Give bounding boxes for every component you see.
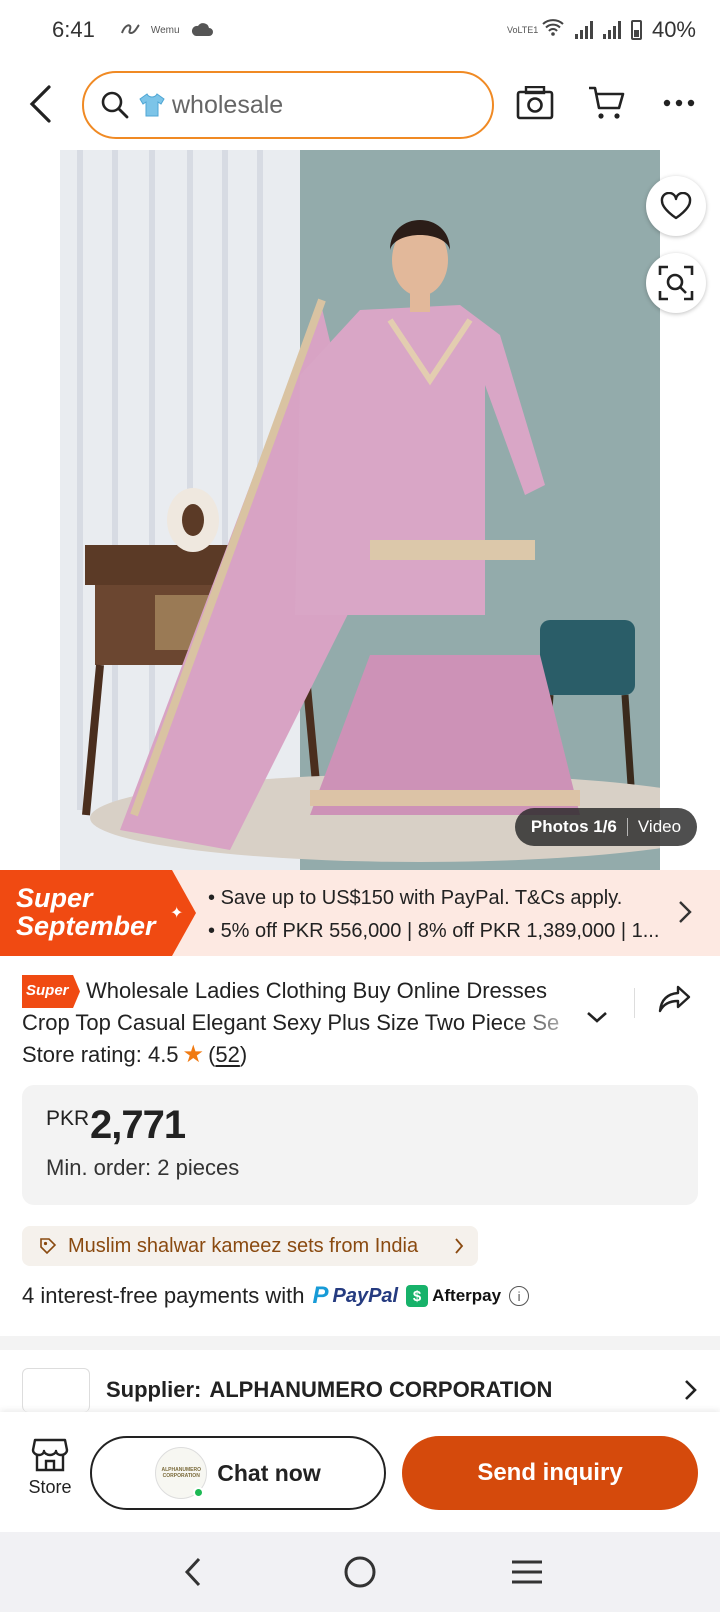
store-button[interactable]: Store: [22, 1438, 78, 1498]
more-button[interactable]: [658, 82, 700, 124]
chat-label: Chat now: [217, 1459, 321, 1486]
product-image[interactable]: [60, 150, 660, 870]
wifi-icon: [541, 17, 565, 43]
tshirt-icon: [139, 93, 165, 117]
payments-text: 4 interest-free payments with: [22, 1283, 305, 1308]
search-value: wholesale: [172, 90, 284, 119]
video-tab[interactable]: Video: [638, 817, 681, 837]
title-line-1: Wholesale Ladies Clothing Buy Online Dre…: [86, 978, 548, 1003]
chevron-right-icon: [455, 1238, 464, 1254]
divider: [626, 818, 628, 836]
product-title[interactable]: Super Wholesale Ladies Clothing Buy Onlin…: [22, 975, 632, 1038]
price-amount: 2,771: [90, 1103, 186, 1147]
paypal-label: PayPal: [332, 1284, 399, 1307]
top-nav: wholesale: [0, 66, 720, 142]
category-chip[interactable]: Muslim shalwar kameez sets from India: [22, 1226, 478, 1266]
clock: 6:41: [52, 17, 95, 42]
online-indicator: [193, 1487, 205, 1498]
system-back-button[interactable]: [168, 1547, 218, 1597]
chevron-right-icon: [685, 1380, 697, 1400]
battery-icon: [630, 20, 642, 40]
system-nav-bar: [0, 1532, 720, 1612]
super-tag: Super: [22, 975, 80, 1008]
battery-level: 40%: [651, 17, 696, 42]
info-icon[interactable]: i: [509, 1286, 530, 1306]
price-currency: PKR: [46, 1107, 90, 1130]
super-september-badge: Super September ✦: [0, 870, 196, 956]
price-card: PKR 2,771 Min. order: 2 pieces: [22, 1085, 698, 1205]
paypal-icon: P: [312, 1282, 329, 1309]
badge-line-2: September: [16, 911, 156, 941]
signal-icon: [574, 21, 593, 39]
supplier-logo: [22, 1368, 90, 1412]
section-divider: [0, 1336, 720, 1350]
rating-count[interactable]: 52: [215, 1042, 239, 1067]
avatar-text: ALPHANUMERO CORPORATION: [161, 1467, 201, 1479]
afterpay-icon: $: [406, 1285, 429, 1307]
supplier-avatar: ALPHANUMERO CORPORATION: [155, 1447, 208, 1499]
link-icon: [119, 17, 141, 43]
lens-icon: [658, 265, 694, 301]
status-bar: 6:41 Wemu VoLTE1 40%: [0, 0, 720, 60]
promo-banner[interactable]: Super September ✦ • Save up to US$150 wi…: [0, 870, 720, 956]
send-inquiry-button[interactable]: Send inquiry: [402, 1436, 698, 1510]
system-recents-button[interactable]: [502, 1547, 552, 1597]
sparkle-icon: ✦: [170, 905, 184, 922]
tag-icon: [40, 1238, 57, 1255]
chat-now-button[interactable]: ALPHANUMERO CORPORATION Chat now: [90, 1436, 386, 1510]
promo-offer-2: 5% off PKR 556,000 | 8% off PKR 1,389,00…: [220, 920, 660, 942]
back-button[interactable]: [18, 82, 62, 126]
image-search-button[interactable]: [646, 253, 706, 313]
wemu-app-icon: Wemu: [150, 24, 180, 36]
chevron-left-icon: [29, 85, 51, 123]
chevron-down-icon[interactable]: [585, 1010, 609, 1024]
afterpay-logo: $ Afterpay: [406, 1285, 501, 1307]
photos-counter[interactable]: Photos 1/6: [531, 817, 617, 837]
camera-button[interactable]: [514, 82, 556, 124]
supplier-row[interactable]: Supplier: ALPHANUMERO CORPORATION: [22, 1368, 698, 1412]
payment-options: 4 interest-free payments with P PayPal $ A…: [22, 1282, 530, 1310]
supplier-label: Supplier:: [106, 1377, 202, 1402]
media-counter[interactable]: Photos 1/6 Video: [515, 808, 697, 846]
promo-offers: • Save up to US$150 with PayPal. T&Cs ap…: [208, 887, 660, 942]
promo-offer-1: Save up to US$150 with PayPal. T&Cs appl…: [220, 887, 623, 909]
action-bar: Store ALPHANUMERO CORPORATION Chat now S…: [0, 1412, 720, 1532]
afterpay-label: Afterpay: [432, 1286, 502, 1305]
store-icon: [31, 1438, 69, 1472]
badge-line-1: Super: [16, 883, 93, 913]
share-button[interactable]: [658, 984, 692, 1019]
paypal-logo: P PayPal: [312, 1282, 398, 1310]
chevron-right-icon: [679, 901, 692, 923]
store-rating: Store rating: 4.5 ★ (52): [22, 1040, 247, 1069]
divider: [634, 988, 635, 1018]
back-icon: [185, 1557, 201, 1587]
volte-icon: VoLTE1: [506, 25, 539, 35]
min-order: Min. order: 2 pieces: [46, 1155, 240, 1180]
category-label: Muslim shalwar kameez sets from India: [68, 1234, 419, 1257]
camera-icon: [516, 86, 554, 120]
rating-count-wrap[interactable]: (52): [208, 1042, 247, 1068]
home-icon: [344, 1556, 376, 1588]
search-icon: [101, 91, 129, 119]
more-icon: [663, 99, 695, 107]
cart-icon: [589, 86, 625, 119]
favorite-button[interactable]: [646, 176, 706, 236]
supplier-name: ALPHANUMERO CORPORATION: [209, 1377, 553, 1402]
product-photo: [60, 150, 660, 870]
share-icon: [658, 985, 691, 1013]
menu-icon: [511, 1560, 542, 1584]
cart-button[interactable]: [586, 82, 628, 124]
title-line-2: Crop Top Casual Elegant Sexy Plus Size T…: [22, 1010, 560, 1035]
rating-label: Store rating: 4.5: [22, 1041, 179, 1067]
system-home-button[interactable]: [335, 1547, 385, 1597]
heart-icon: [660, 192, 692, 220]
search-input[interactable]: wholesale: [82, 71, 494, 139]
cloud-icon: [190, 17, 214, 43]
signal-icon-2: [602, 21, 621, 39]
store-label: Store: [28, 1477, 72, 1497]
star-icon: ★: [182, 1041, 205, 1068]
